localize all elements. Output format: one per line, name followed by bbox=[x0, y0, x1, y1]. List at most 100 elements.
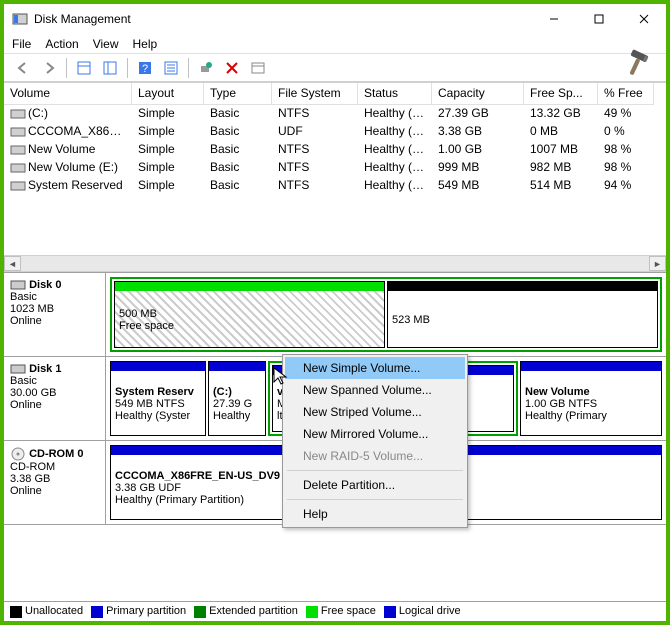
cell-status: Healthy (L... bbox=[358, 159, 432, 177]
col-percentfree[interactable]: % Free bbox=[598, 83, 654, 105]
cell-layout: Simple bbox=[132, 141, 204, 159]
svg-text:?: ? bbox=[142, 63, 148, 75]
cell-capacity: 3.38 GB bbox=[432, 123, 524, 141]
toolbar: ? bbox=[4, 54, 666, 82]
view-button-2[interactable] bbox=[99, 57, 121, 79]
list-button[interactable] bbox=[160, 57, 182, 79]
col-type[interactable]: Type bbox=[204, 83, 272, 105]
legend-freespace-swatch bbox=[306, 606, 318, 618]
cell-name: System Reserved bbox=[4, 177, 132, 195]
cell-name: New Volume bbox=[4, 141, 132, 159]
properties-button[interactable] bbox=[247, 57, 269, 79]
menu-help[interactable]: Help bbox=[285, 503, 465, 525]
col-filesystem[interactable]: File System bbox=[272, 83, 358, 105]
cell-name: New Volume (E:) bbox=[4, 159, 132, 177]
menu-new-simple-volume[interactable]: New Simple Volume... bbox=[285, 357, 465, 379]
disk-1-c-drive[interactable]: (C:) 27.39 G Healthy bbox=[208, 361, 266, 436]
menu-separator bbox=[287, 499, 463, 500]
cell-type: Basic bbox=[204, 105, 272, 123]
context-menu: New Simple Volume... New Spanned Volume.… bbox=[282, 354, 468, 528]
forward-button[interactable] bbox=[38, 57, 60, 79]
cell-status: Healthy (S... bbox=[358, 177, 432, 195]
cursor-icon bbox=[272, 366, 292, 386]
disk-1-system-reserved[interactable]: System Reserv 549 MB NTFS Healthy (Syste… bbox=[110, 361, 206, 436]
table-row[interactable]: System ReservedSimpleBasicNTFSHealthy (S… bbox=[4, 177, 666, 195]
volume-grid: Volume Layout Type File System Status Ca… bbox=[4, 82, 666, 195]
app-icon bbox=[12, 11, 28, 27]
menu-new-spanned-volume[interactable]: New Spanned Volume... bbox=[285, 379, 465, 401]
cell-status: Healthy (P... bbox=[358, 141, 432, 159]
col-layout[interactable]: Layout bbox=[132, 83, 204, 105]
menu-new-raid5-volume: New RAID-5 Volume... bbox=[285, 445, 465, 467]
help-button[interactable]: ? bbox=[134, 57, 156, 79]
cell-type: Basic bbox=[204, 123, 272, 141]
cell-layout: Simple bbox=[132, 123, 204, 141]
menu-view[interactable]: View bbox=[93, 37, 119, 51]
table-row[interactable]: New VolumeSimpleBasicNTFSHealthy (P...1.… bbox=[4, 141, 666, 159]
disk-1-new-volume[interactable]: New Volume 1.00 GB NTFS Healthy (Primary bbox=[520, 361, 662, 436]
cell-free: 982 MB bbox=[524, 159, 598, 177]
view-button-1[interactable] bbox=[73, 57, 95, 79]
back-button[interactable] bbox=[12, 57, 34, 79]
cell-free: 1007 MB bbox=[524, 141, 598, 159]
cell-layout: Simple bbox=[132, 159, 204, 177]
cell-free: 514 MB bbox=[524, 177, 598, 195]
cell-fs: NTFS bbox=[272, 105, 358, 123]
legend-primary-swatch bbox=[91, 606, 103, 618]
menu-help[interactable]: Help bbox=[133, 37, 158, 51]
close-button[interactable] bbox=[621, 4, 666, 34]
cell-type: Basic bbox=[204, 159, 272, 177]
col-capacity[interactable]: Capacity bbox=[432, 83, 524, 105]
cell-pct: 0 % bbox=[598, 123, 654, 141]
legend: Unallocated Primary partition Extended p… bbox=[4, 601, 666, 621]
col-freespace[interactable]: Free Sp... bbox=[524, 83, 598, 105]
cell-status: Healthy (P... bbox=[358, 123, 432, 141]
disk-1-info[interactable]: Disk 1 Basic 30.00 GB Online bbox=[4, 357, 106, 440]
cell-name: CCCOMA_X86FRE... bbox=[4, 123, 132, 141]
cell-capacity: 549 MB bbox=[432, 177, 524, 195]
minimize-button[interactable] bbox=[531, 4, 576, 34]
horizontal-scrollbar[interactable]: ◄ ► bbox=[4, 255, 666, 272]
disk-0-row: Disk 0 Basic 1023 MB Online 500 MB Free … bbox=[4, 273, 666, 357]
actions-button[interactable] bbox=[195, 57, 217, 79]
disk-0-volume[interactable]: 523 MB bbox=[387, 281, 658, 348]
menu-delete-partition[interactable]: Delete Partition... bbox=[285, 474, 465, 496]
col-status[interactable]: Status bbox=[358, 83, 432, 105]
menu-new-mirrored-volume[interactable]: New Mirrored Volume... bbox=[285, 423, 465, 445]
delete-button[interactable] bbox=[221, 57, 243, 79]
cell-free: 13.32 GB bbox=[524, 105, 598, 123]
table-row[interactable]: New Volume (E:)SimpleBasicNTFSHealthy (L… bbox=[4, 159, 666, 177]
cell-capacity: 999 MB bbox=[432, 159, 524, 177]
cell-pct: 94 % bbox=[598, 177, 654, 195]
cell-fs: NTFS bbox=[272, 177, 358, 195]
scroll-left-arrow[interactable]: ◄ bbox=[4, 256, 21, 271]
disk-0-freespace[interactable]: 500 MB Free space bbox=[114, 281, 385, 348]
cell-capacity: 27.39 GB bbox=[432, 105, 524, 123]
grid-header: Volume Layout Type File System Status Ca… bbox=[4, 83, 666, 105]
menu-file[interactable]: File bbox=[12, 37, 31, 51]
table-row[interactable]: (C:)SimpleBasicNTFSHealthy (B...27.39 GB… bbox=[4, 105, 666, 123]
cell-pct: 98 % bbox=[598, 159, 654, 177]
table-row[interactable]: CCCOMA_X86FRE...SimpleBasicUDFHealthy (P… bbox=[4, 123, 666, 141]
scroll-track[interactable] bbox=[21, 256, 649, 271]
menu-separator bbox=[287, 470, 463, 471]
hammer-icon bbox=[622, 48, 656, 82]
maximize-button[interactable] bbox=[576, 4, 621, 34]
legend-unallocated-swatch bbox=[10, 606, 22, 618]
cell-status: Healthy (B... bbox=[358, 105, 432, 123]
cdrom-info[interactable]: CD-ROM 0 CD-ROM 3.38 GB Online bbox=[4, 441, 106, 524]
legend-extended-swatch bbox=[194, 606, 206, 618]
cell-layout: Simple bbox=[132, 105, 204, 123]
window-title: Disk Management bbox=[34, 12, 531, 26]
disk-0-info[interactable]: Disk 0 Basic 1023 MB Online bbox=[4, 273, 106, 356]
scroll-right-arrow[interactable]: ► bbox=[649, 256, 666, 271]
cell-capacity: 1.00 GB bbox=[432, 141, 524, 159]
menu-action[interactable]: Action bbox=[45, 37, 78, 51]
cell-free: 0 MB bbox=[524, 123, 598, 141]
col-volume[interactable]: Volume bbox=[4, 83, 132, 105]
cell-type: Basic bbox=[204, 177, 272, 195]
menu-new-striped-volume[interactable]: New Striped Volume... bbox=[285, 401, 465, 423]
cell-fs: UDF bbox=[272, 123, 358, 141]
menubar: File Action View Help bbox=[4, 34, 666, 54]
cell-layout: Simple bbox=[132, 177, 204, 195]
